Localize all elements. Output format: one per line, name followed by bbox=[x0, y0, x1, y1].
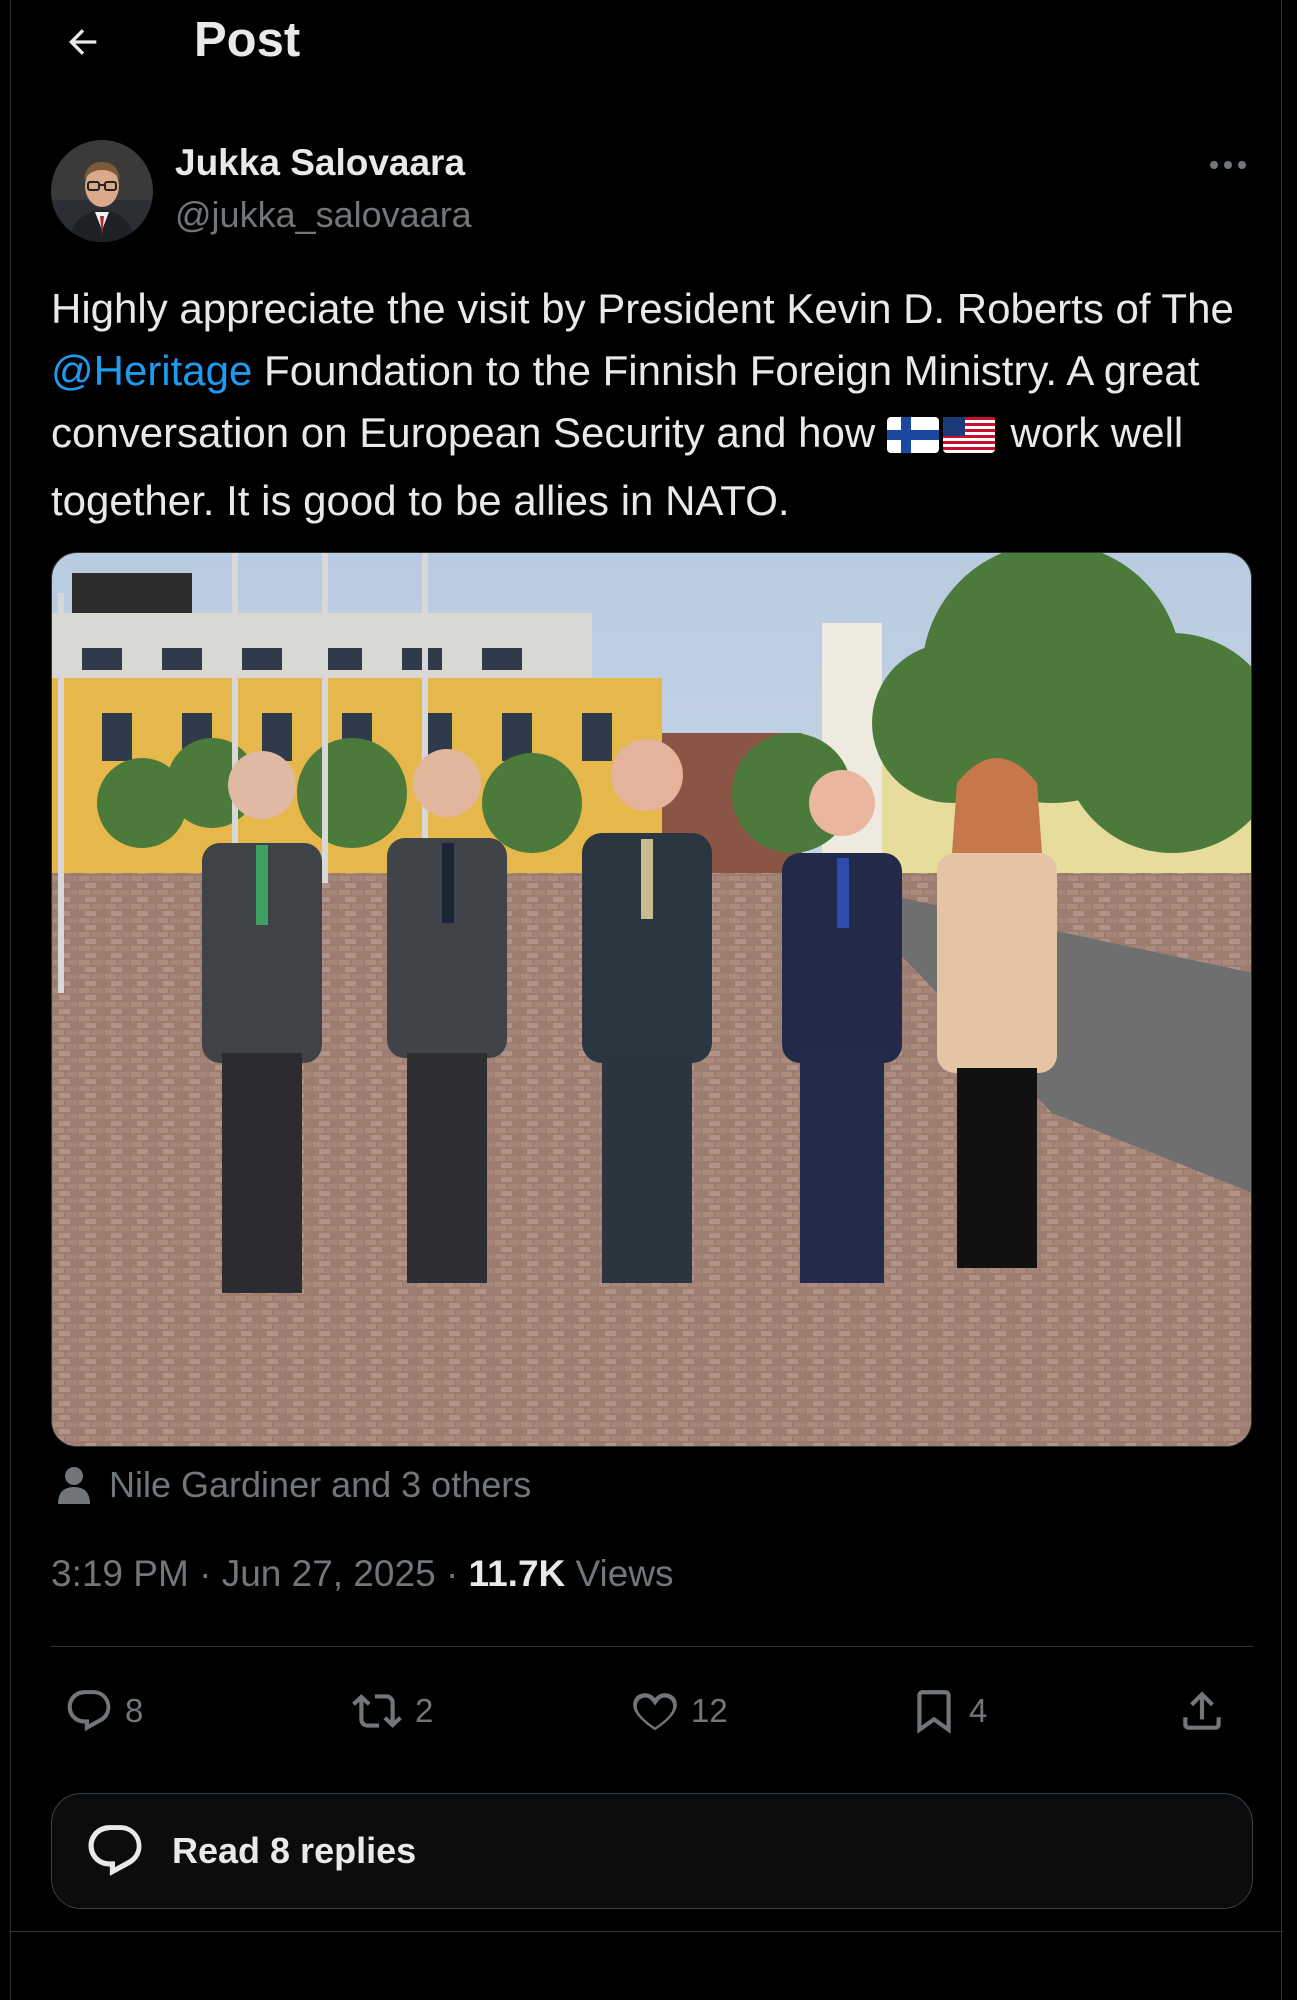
divider bbox=[51, 1646, 1253, 1647]
repost-count: 2 bbox=[415, 1692, 434, 1729]
bookmark-count: 4 bbox=[969, 1692, 988, 1729]
post-meta: 3:19 PM · Jun 27, 2025 · 11.7K Views bbox=[51, 1553, 674, 1595]
finland-flag bbox=[886, 408, 939, 470]
speech-bubble-icon bbox=[88, 1825, 142, 1876]
post-column: Post Jukka Salovaara @jukka_salovaara Hi… bbox=[10, 0, 1283, 2000]
reply-count: 8 bbox=[125, 1692, 144, 1729]
author-name[interactable]: Jukka Salovaara bbox=[175, 142, 465, 184]
post-date[interactable]: Jun 27, 2025 bbox=[222, 1553, 436, 1594]
read-replies-button[interactable]: Read 8 replies bbox=[51, 1793, 1253, 1909]
like-count: 12 bbox=[691, 1692, 728, 1729]
post-text-part: Highly appreciate the visit by President… bbox=[51, 285, 1234, 332]
bookmark-icon bbox=[917, 1690, 951, 1734]
reply-icon bbox=[67, 1690, 111, 1732]
like-icon bbox=[633, 1693, 677, 1731]
avatar[interactable] bbox=[51, 140, 153, 242]
action-bar: 8 2 12 4 bbox=[11, 1676, 1283, 1746]
share-button[interactable] bbox=[1177, 1676, 1237, 1746]
post-time[interactable]: 3:19 PM bbox=[51, 1553, 189, 1594]
views-label: Views bbox=[575, 1553, 674, 1594]
like-button[interactable]: 12 bbox=[629, 1676, 728, 1746]
post-text: Highly appreciate the visit by President… bbox=[51, 278, 1251, 532]
meta-separator: · bbox=[199, 1553, 222, 1594]
more-icon bbox=[1210, 161, 1246, 169]
header: Post bbox=[11, 0, 1283, 84]
page-title: Post bbox=[194, 13, 301, 67]
mention-link[interactable]: @Heritage bbox=[51, 347, 252, 394]
bookmark-button[interactable]: 4 bbox=[909, 1676, 987, 1746]
repost-button[interactable]: 2 bbox=[349, 1676, 433, 1746]
person-icon bbox=[58, 1467, 90, 1504]
back-arrow-icon bbox=[68, 29, 97, 55]
share-icon bbox=[1183, 1691, 1221, 1730]
post-photo[interactable] bbox=[51, 552, 1252, 1447]
tagged-text: Nile Gardiner and 3 others bbox=[109, 1464, 532, 1505]
tagged-people[interactable]: Nile Gardiner and 3 others bbox=[57, 1460, 531, 1510]
divider bbox=[11, 1931, 1283, 1932]
read-replies-label: Read 8 replies bbox=[172, 1830, 417, 1871]
usa-flag bbox=[942, 408, 995, 470]
more-button[interactable] bbox=[1203, 150, 1253, 180]
repost-icon bbox=[352, 1694, 402, 1728]
meta-separator: · bbox=[445, 1553, 469, 1594]
reply-button[interactable]: 8 bbox=[63, 1676, 143, 1746]
views-count: 11.7K bbox=[468, 1553, 566, 1594]
back-button[interactable] bbox=[59, 18, 107, 66]
author-handle[interactable]: @jukka_salovaara bbox=[175, 194, 472, 236]
